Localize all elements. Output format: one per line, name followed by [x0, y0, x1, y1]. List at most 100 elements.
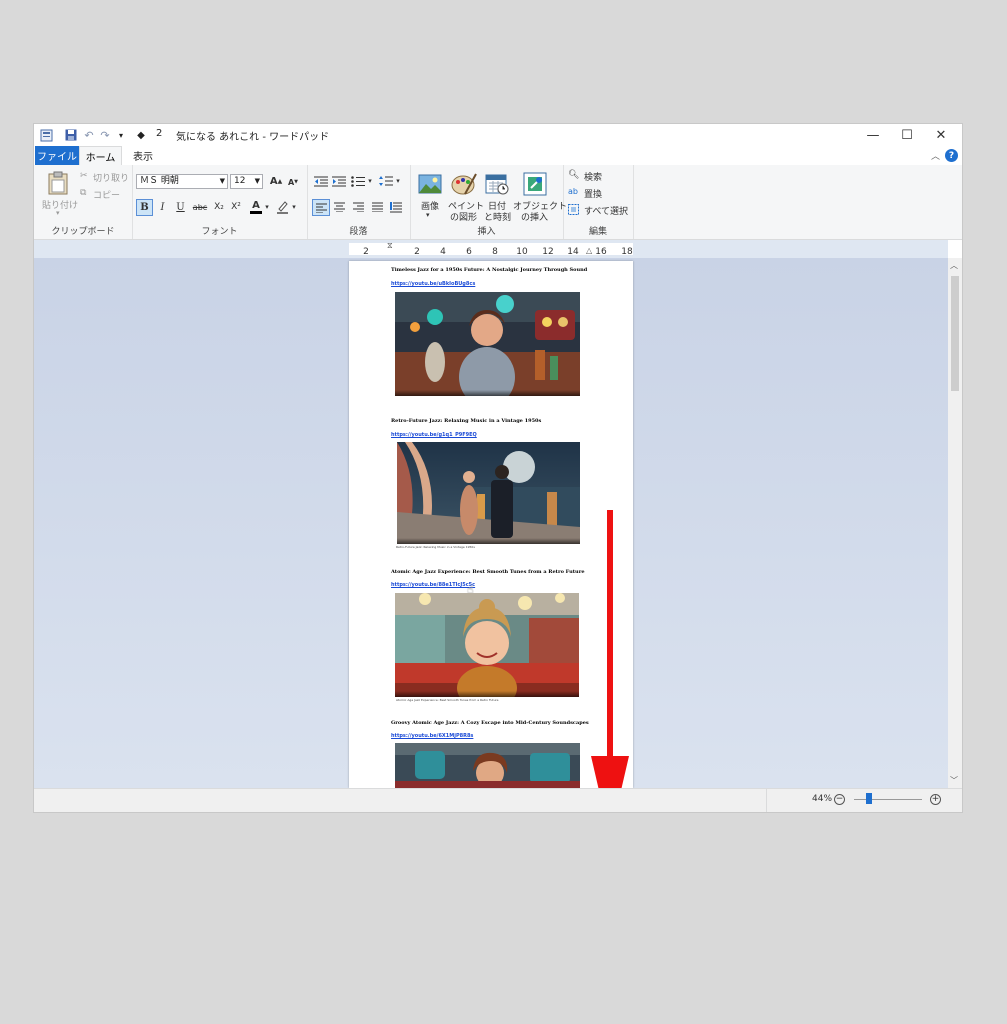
redo-icon[interactable]: ↷	[98, 127, 112, 143]
align-right-button[interactable]	[350, 200, 366, 214]
bold-button[interactable]: B	[136, 199, 153, 216]
clipboard-group: 貼り付け ▾ ✂ 切り取り ⧉ コピー クリップボード	[34, 165, 133, 239]
diamond-icon: ◆	[137, 129, 145, 141]
tab-view[interactable]: 表示	[126, 146, 160, 165]
copy-icon[interactable]: ⧉	[80, 188, 86, 198]
paint-label-2[interactable]: の図形	[450, 210, 477, 223]
chevron-down-icon: ▼	[219, 177, 225, 185]
scroll-down-icon[interactable]: ﹀	[950, 775, 958, 786]
strikethrough-button[interactable]: abc	[191, 200, 209, 214]
chevron-down-icon[interactable]: ▾	[290, 201, 298, 213]
shrink-font-button[interactable]: A ▼	[286, 175, 300, 189]
object-label-2[interactable]: の挿入	[521, 210, 548, 223]
ruler[interactable]: 2 ⧖ 2 4 6 8 10 12 14 △ 16 18	[34, 240, 948, 258]
paint-icon[interactable]	[450, 171, 478, 197]
undo-icon[interactable]: ↶	[82, 127, 96, 143]
video-link[interactable]: https://youtu.be/g1q1_P9F9EQ	[391, 432, 477, 438]
zoom-in-icon[interactable]: +	[930, 794, 941, 805]
decrease-indent-icon[interactable]	[313, 174, 329, 188]
ruler-page-area: 2 ⧖ 2 4 6 8 10 12 14 △ 16 18	[349, 241, 633, 257]
video-link[interactable]: https://youtu.be/uBkIoBUg8cs	[391, 281, 475, 287]
font-family-select[interactable]: ＭＳ 明朝 ▼	[136, 174, 228, 189]
font-color-button[interactable]: A	[250, 199, 262, 214]
paragraph-group-label: 段落	[349, 227, 368, 237]
highlight-icon[interactable]	[275, 199, 289, 214]
replace-button[interactable]: 置換	[584, 187, 602, 200]
video-thumbnail[interactable]	[397, 442, 580, 544]
find-icon[interactable]: 🔍︎	[568, 170, 579, 180]
ruler-label: 4	[440, 247, 446, 257]
align-left-button[interactable]	[312, 199, 330, 216]
minimize-button[interactable]: —	[856, 124, 890, 146]
underline-button[interactable]: U	[174, 200, 187, 214]
zoom-out-icon[interactable]: −	[834, 794, 845, 805]
video-link[interactable]: https://youtu.be/6X1MjP8R8s	[391, 733, 473, 739]
copy-button[interactable]: コピー	[93, 188, 120, 201]
video-link[interactable]: https://youtu.be/88e1TlcJ5c5c	[391, 582, 475, 588]
paste-dropdown-icon[interactable]: ▾	[56, 209, 60, 217]
increase-indent-icon[interactable]	[331, 174, 347, 188]
date-icon[interactable]	[484, 172, 510, 196]
object-icon[interactable]	[522, 171, 548, 197]
scroll-up-icon[interactable]: ︿	[950, 260, 958, 271]
font-size-select[interactable]: 12 ▼	[230, 174, 263, 189]
video-title: Timeless Jazz for a 1950s Future: A Nost…	[391, 267, 588, 273]
tab-file[interactable]: ファイル	[35, 146, 79, 165]
video-controls	[395, 390, 580, 396]
picture-label[interactable]: 画像	[421, 199, 439, 212]
tab-home[interactable]: ホーム	[79, 146, 122, 165]
paragraph-settings-icon[interactable]	[388, 200, 404, 214]
cut-icon[interactable]: ✂	[80, 171, 88, 181]
justify-button[interactable]	[369, 200, 385, 214]
replace-icon[interactable]: ab	[568, 187, 578, 196]
right-indent-marker[interactable]: △	[586, 246, 592, 255]
status-divider	[766, 789, 767, 812]
video-thumbnail[interactable]	[395, 292, 580, 396]
chevron-down-icon[interactable]: ▾	[366, 175, 374, 187]
help-icon[interactable]: ?	[945, 149, 958, 162]
ruler-label: 14	[567, 247, 579, 257]
first-line-indent-marker[interactable]: ⧖	[387, 241, 393, 251]
wordpad-app-icon[interactable]	[38, 127, 54, 143]
chevron-down-icon[interactable]: ▾	[426, 211, 430, 219]
paragraph-group: ▾ ▾ 段落	[307, 165, 411, 239]
video-thumbnail[interactable]	[395, 743, 580, 788]
insert-group-label: 挿入	[477, 227, 496, 237]
vertical-scrollbar[interactable]: ︿ ﹀	[948, 258, 962, 788]
select-all-icon[interactable]	[568, 204, 579, 218]
ruler-label: 2	[363, 247, 369, 257]
ruler-label: 16	[595, 247, 607, 257]
paste-icon[interactable]	[46, 170, 70, 196]
cut-button[interactable]: 切り取り	[93, 171, 129, 184]
picture-icon[interactable]	[417, 172, 443, 196]
window-title: 気になる あれこれ - ワードパッド	[176, 132, 330, 143]
paste-label[interactable]: 貼り付け	[42, 198, 78, 211]
line-spacing-icon[interactable]	[378, 174, 394, 188]
align-center-button[interactable]	[331, 200, 347, 214]
chevron-down-icon[interactable]: ▾	[263, 201, 271, 213]
edit-group: 🔍︎ 検索 ab 置換 すべて選択 編集	[563, 165, 634, 239]
close-button[interactable]: ✕	[924, 124, 958, 146]
italic-button[interactable]: I	[156, 200, 169, 214]
maximize-button[interactable]: ☐	[890, 124, 924, 146]
save-icon[interactable]	[64, 127, 78, 143]
collapse-ribbon-icon[interactable]: ︿	[931, 149, 940, 162]
grow-font-button[interactable]: A ▲	[269, 174, 283, 188]
video-caption: Retro-Future Jazz: Relaxing Music in a V…	[396, 545, 475, 549]
date-label-2[interactable]: と時刻	[484, 210, 511, 223]
zoom-slider-track[interactable]	[854, 799, 922, 800]
scrollbar-thumb[interactable]	[951, 276, 959, 391]
customize-toolbar-icon[interactable]: ▾	[116, 127, 126, 143]
subscript-button[interactable]: X₂	[212, 200, 226, 214]
find-button[interactable]: 検索	[584, 170, 602, 183]
font-family-value: ＭＳ 明朝	[140, 176, 179, 186]
scroll-down-arrow-annotation	[591, 510, 629, 788]
video-thumbnail[interactable]	[395, 593, 579, 697]
select-all-button[interactable]: すべて選択	[584, 204, 628, 217]
superscript-button[interactable]: X²	[229, 200, 243, 214]
clipboard-group-label: クリップボード	[51, 227, 115, 237]
zoom-slider-thumb[interactable]	[866, 793, 872, 804]
document-workspace[interactable]: Timeless Jazz for a 1950s Future: A Nost…	[34, 258, 948, 788]
bullet-list-icon[interactable]	[350, 174, 366, 188]
chevron-down-icon[interactable]: ▾	[394, 175, 402, 187]
